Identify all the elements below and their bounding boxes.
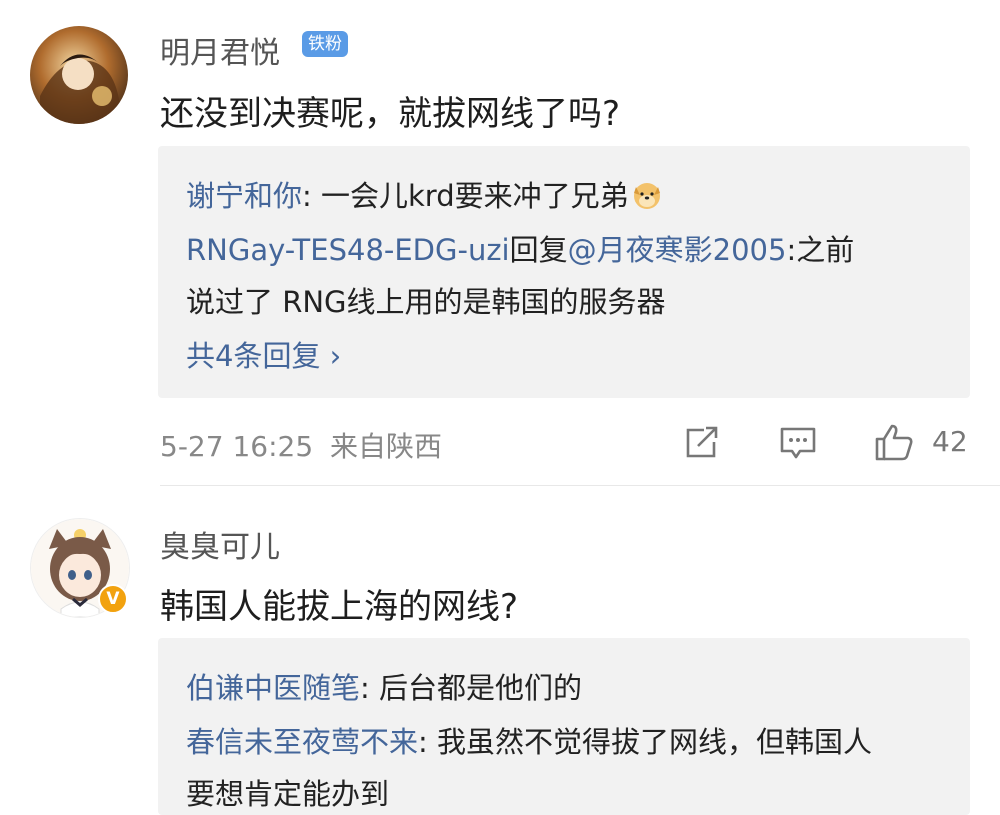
username[interactable]: 臭臭可儿 bbox=[160, 522, 280, 566]
verified-badge-icon: V bbox=[98, 584, 128, 614]
reply-author[interactable]: RNGay-TES48-EDG-uzi bbox=[186, 233, 510, 267]
comment-meta: 5-27 16:25 来自陕西 bbox=[160, 425, 442, 465]
fan-badge: 铁粉 bbox=[302, 31, 348, 57]
reply-box[interactable]: 谢宁和你: 一会儿krd要来冲了兄弟 RNGay-TES48-EDG-uzi回复… bbox=[158, 146, 970, 398]
more-replies-link[interactable]: 共4条回复 › bbox=[186, 333, 341, 375]
reply-author[interactable]: 春信未至夜莺不来 bbox=[186, 725, 418, 759]
reply-item[interactable]: RNGay-TES48-EDG-uzi回复@月夜寒影2005:之前 bbox=[186, 227, 854, 269]
like-count: 42 bbox=[932, 425, 968, 458]
reply-item[interactable]: 春信未至夜莺不来: 我虽然不觉得拔了网线，但韩国人 bbox=[186, 719, 872, 761]
username[interactable]: 明月君悦 bbox=[160, 28, 280, 72]
location: 来自陕西 bbox=[330, 430, 443, 463]
divider bbox=[160, 485, 1000, 486]
reply-text: 一会儿krd要来冲了兄弟 bbox=[321, 179, 629, 213]
reply-separator: : bbox=[418, 725, 438, 759]
comment-icon[interactable] bbox=[779, 426, 817, 466]
reply-text-continued: 要想肯定能办到 bbox=[186, 777, 390, 811]
reply-text: 之前 bbox=[796, 233, 855, 267]
reply-item[interactable]: 谢宁和你: 一会儿krd要来冲了兄弟 bbox=[186, 173, 663, 215]
timestamp: 5-27 16:25 bbox=[160, 430, 314, 463]
reply-separator: : bbox=[786, 233, 797, 267]
reply-separator: : bbox=[360, 671, 380, 705]
reply-author[interactable]: 伯谦中医随笔 bbox=[186, 671, 360, 705]
reply-text: 我虽然不觉得拔了网线，但韩国人 bbox=[437, 725, 873, 759]
thumbs-up-icon[interactable] bbox=[874, 422, 914, 466]
reply-author[interactable]: 谢宁和你 bbox=[186, 179, 302, 213]
reply-verb: 回复 bbox=[509, 233, 568, 267]
reply-separator: : bbox=[302, 179, 322, 213]
reply-text-continued: 说过了 RNG线上用的是韩国的服务器 bbox=[186, 285, 666, 319]
avatar-image bbox=[30, 26, 128, 124]
reply-mention[interactable]: @月夜寒影2005 bbox=[568, 233, 787, 267]
comment-text: 韩国人能拔上海的网线? bbox=[160, 587, 519, 627]
reply-text: 后台都是他们的 bbox=[379, 671, 583, 705]
comment-text: 还没到决赛呢，就拔网线了吗? bbox=[160, 94, 621, 134]
reply-item[interactable]: 伯谦中医随笔: 后台都是他们的 bbox=[186, 665, 582, 707]
avatar[interactable] bbox=[30, 26, 128, 124]
doge-emoji-icon bbox=[631, 179, 663, 211]
reply-box[interactable]: 伯谦中医随笔: 后台都是他们的 春信未至夜莺不来: 我虽然不觉得拔了网线，但韩国… bbox=[158, 638, 970, 815]
share-icon[interactable] bbox=[684, 426, 720, 464]
